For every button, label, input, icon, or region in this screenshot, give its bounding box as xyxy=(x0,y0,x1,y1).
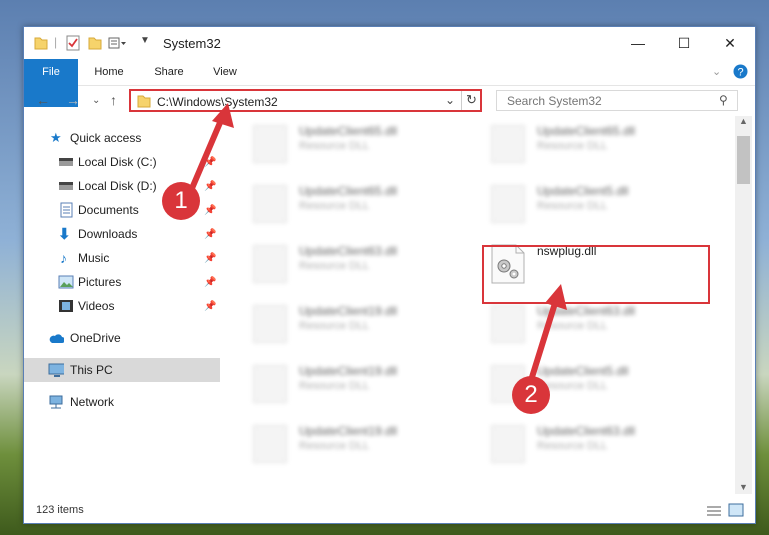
step-2-badge: 2 xyxy=(512,376,550,414)
step-1-badge: 1 xyxy=(162,182,200,220)
annotation-arrows xyxy=(187,103,567,393)
